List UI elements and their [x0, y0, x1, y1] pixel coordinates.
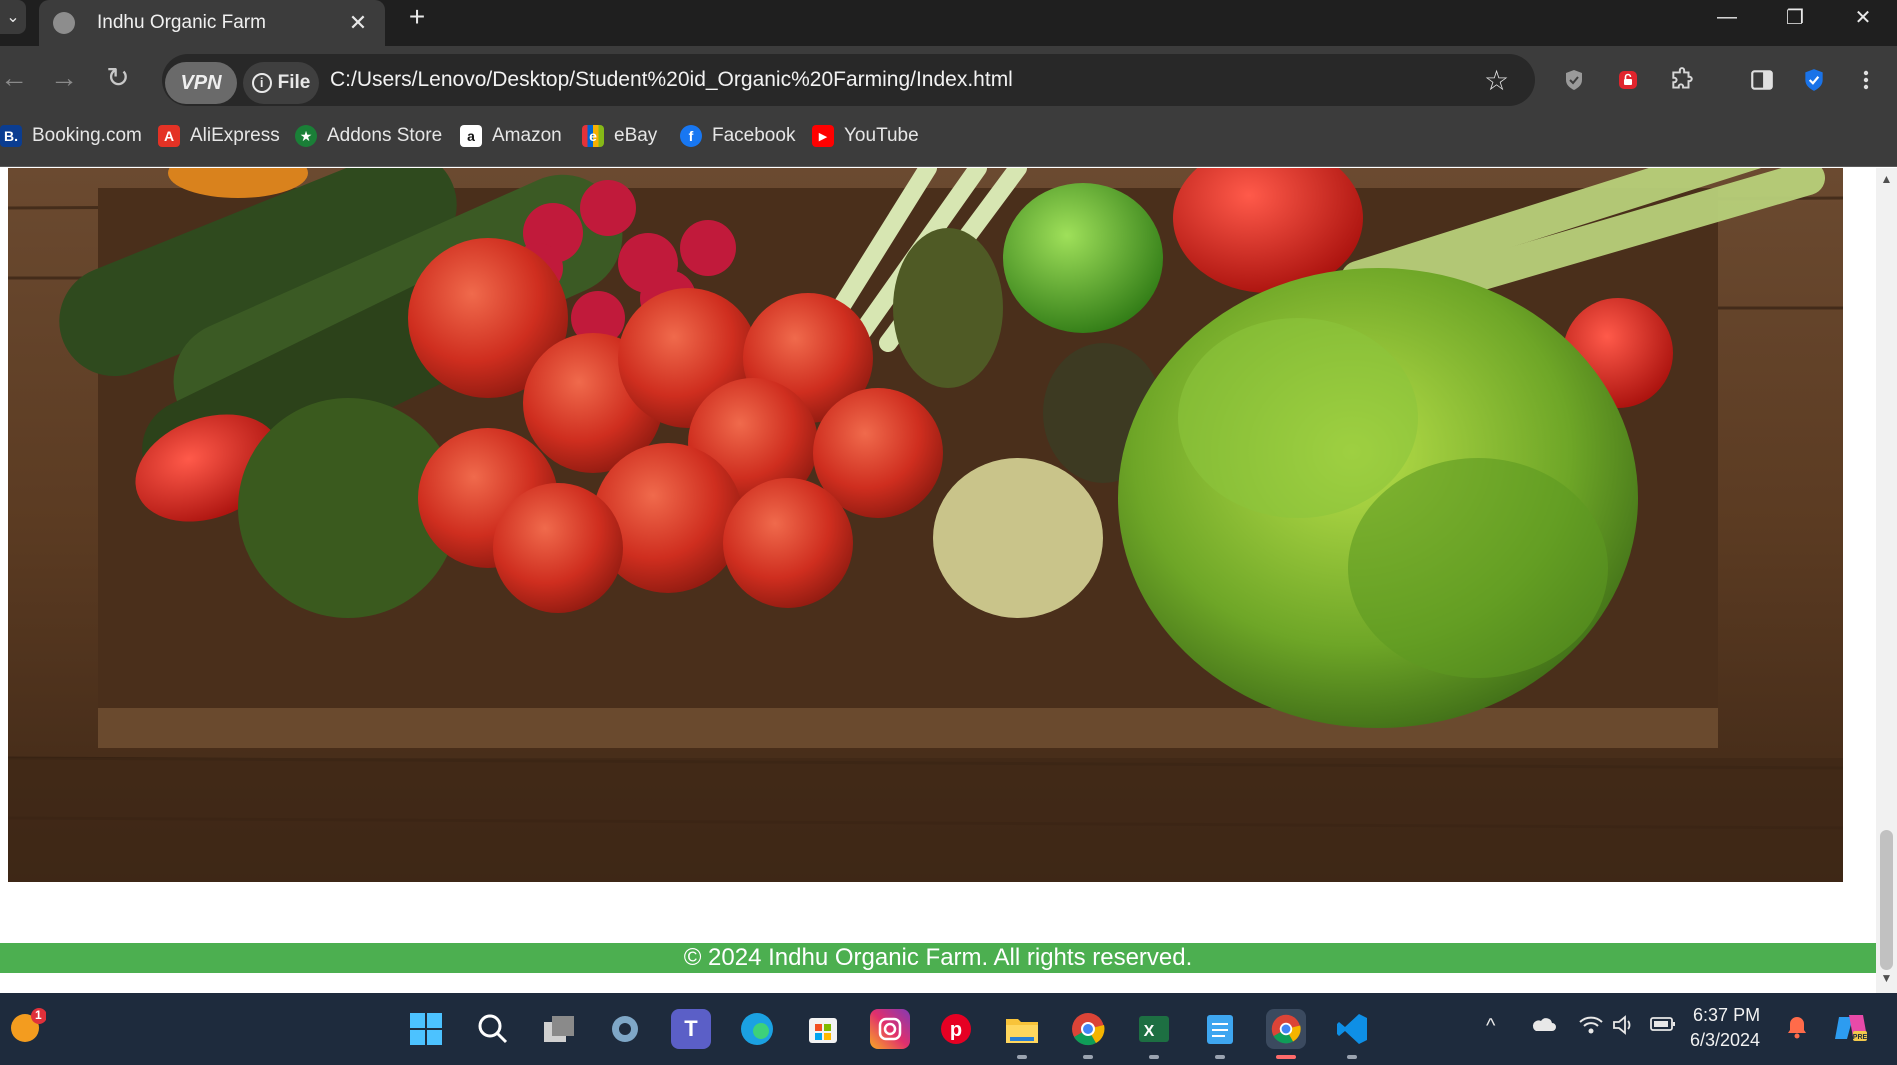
bookmark-youtube[interactable]: ▶ YouTube: [812, 115, 919, 157]
bookmark-label: Booking.com: [32, 125, 142, 146]
vegetables-hero-image: [8, 168, 1843, 882]
edge-icon[interactable]: [737, 1009, 777, 1049]
puzzle-icon[interactable]: [1666, 64, 1698, 96]
active-indicator: [1276, 1055, 1296, 1059]
youtube-icon: ▶: [812, 125, 834, 147]
browser-tab-active[interactable]: Indhu Organic Farm ✕: [39, 0, 385, 46]
system-clock[interactable]: 6:37 PM 6/3/2024: [1690, 1003, 1760, 1053]
bookmark-label: Addons Store: [327, 125, 443, 146]
ebay-icon: e: [582, 125, 604, 147]
teams-icon[interactable]: T: [671, 1009, 711, 1049]
addons-store-icon: ★: [295, 125, 317, 147]
close-window-button[interactable]: ✕: [1830, 0, 1896, 34]
volume-icon[interactable]: [1612, 1015, 1636, 1041]
file-label: File: [277, 72, 311, 93]
tab-search-chevron-icon[interactable]: ⌄: [0, 0, 26, 34]
svg-text:PRE: PRE: [1853, 1034, 1868, 1041]
scroll-up-arrow-icon[interactable]: ▲: [1876, 172, 1897, 190]
scrollbar-thumb[interactable]: [1880, 830, 1893, 970]
chrome-vpn-icon[interactable]: [1266, 1009, 1306, 1049]
windows-start-icon[interactable]: [406, 1009, 446, 1049]
notification-badge: 1: [35, 1008, 42, 1022]
file-explorer-icon[interactable]: [1002, 1009, 1042, 1049]
copilot-icon[interactable]: PRE: [1833, 1009, 1869, 1051]
onedrive-icon[interactable]: [1530, 1015, 1556, 1039]
vpn-chip[interactable]: VPN: [165, 62, 237, 104]
bookmark-booking[interactable]: B. Booking.com: [0, 115, 142, 157]
restore-button[interactable]: ❐: [1762, 0, 1828, 34]
site-footer: © 2024 Indhu Organic Farm. All rights re…: [0, 943, 1876, 973]
kebab-menu-icon[interactable]: [1850, 64, 1882, 96]
chevron-up-icon[interactable]: ^: [1486, 1015, 1495, 1038]
facebook-icon: f: [680, 125, 702, 147]
svg-text:p: p: [950, 1019, 962, 1041]
bookmark-amazon[interactable]: a Amazon: [460, 115, 562, 157]
bookmark-aliexpress[interactable]: A AliExpress: [158, 115, 280, 157]
bookmark-facebook[interactable]: f Facebook: [680, 115, 795, 157]
weather-widget[interactable]: 1: [8, 1007, 47, 1045]
address-bar-url[interactable]: C:/Users/Lenovo/Desktop/Student%20id_Org…: [330, 68, 1013, 92]
side-panel-icon[interactable]: [1746, 64, 1778, 96]
excel-icon[interactable]: X: [1134, 1009, 1174, 1049]
globe-favicon-icon: [53, 12, 75, 34]
battery-icon[interactable]: [1650, 1015, 1676, 1038]
site-info-chip[interactable]: i File: [243, 62, 319, 104]
back-arrow-icon[interactable]: ←: [0, 60, 32, 96]
windows-taskbar: 1 T p X ^ 6:37 PM 6/3/2024 PRE: [0, 993, 1897, 1065]
instagram-icon[interactable]: [870, 1009, 910, 1049]
vscode-icon[interactable]: [1332, 1009, 1372, 1049]
bookmark-label: eBay: [614, 125, 658, 146]
svg-text:X: X: [1144, 1023, 1155, 1040]
pinterest-icon[interactable]: p: [936, 1009, 976, 1049]
settings-icon[interactable]: [605, 1009, 645, 1049]
bookmark-label: Amazon: [492, 125, 562, 146]
clock-date: 6/3/2024: [1690, 1030, 1761, 1050]
new-tab-button[interactable]: +: [402, 2, 432, 32]
bookmark-label: YouTube: [844, 125, 919, 146]
clock-time: 6:37 PM: [1693, 1005, 1761, 1025]
minimize-button[interactable]: —: [1694, 0, 1760, 34]
shield-extension-icon[interactable]: [1558, 64, 1590, 96]
bookmark-star-icon[interactable]: ☆: [1484, 64, 1509, 98]
chrome-icon[interactable]: [1068, 1009, 1108, 1049]
notepad-icon[interactable]: [1200, 1009, 1240, 1049]
forward-arrow-icon[interactable]: →: [46, 60, 82, 96]
running-indicator: [1215, 1055, 1225, 1059]
tab-strip: ⌄ Indhu Organic Farm ✕ + — ❐ ✕: [0, 0, 1897, 46]
bell-icon[interactable]: [1786, 1015, 1808, 1045]
store-icon[interactable]: [803, 1009, 843, 1049]
lock-extension-icon[interactable]: [1612, 64, 1644, 96]
tab-title: Indhu Organic Farm: [97, 12, 266, 33]
page-scrollbar[interactable]: ▲ ▼: [1876, 168, 1897, 993]
page-viewport: © 2024 Indhu Organic Farm. All rights re…: [0, 168, 1876, 993]
amazon-icon: a: [460, 125, 482, 147]
bookmark-label: AliExpress: [190, 125, 280, 146]
search-icon[interactable]: [473, 1009, 513, 1049]
running-indicator: [1149, 1055, 1159, 1059]
bookmark-addons-store[interactable]: ★ Addons Store: [295, 115, 442, 157]
aliexpress-icon: A: [158, 125, 180, 147]
running-indicator: [1083, 1055, 1093, 1059]
info-icon: i: [251, 73, 272, 93]
bookmark-label: Facebook: [712, 125, 796, 146]
running-indicator: [1017, 1055, 1027, 1059]
scroll-down-arrow-icon[interactable]: ▼: [1876, 971, 1897, 989]
bookmarks-bar: B. Booking.com A AliExpress ★ Addons Sto…: [0, 115, 1897, 167]
shield-check-icon[interactable]: [1798, 64, 1830, 96]
reload-icon[interactable]: ↻: [100, 60, 136, 96]
booking-icon: B.: [0, 125, 22, 147]
task-view-icon[interactable]: [539, 1009, 579, 1049]
tab-close-icon[interactable]: ✕: [345, 10, 371, 36]
running-indicator: [1347, 1055, 1357, 1059]
bookmark-ebay[interactable]: e eBay: [582, 115, 657, 157]
wifi-icon[interactable]: [1578, 1015, 1604, 1041]
